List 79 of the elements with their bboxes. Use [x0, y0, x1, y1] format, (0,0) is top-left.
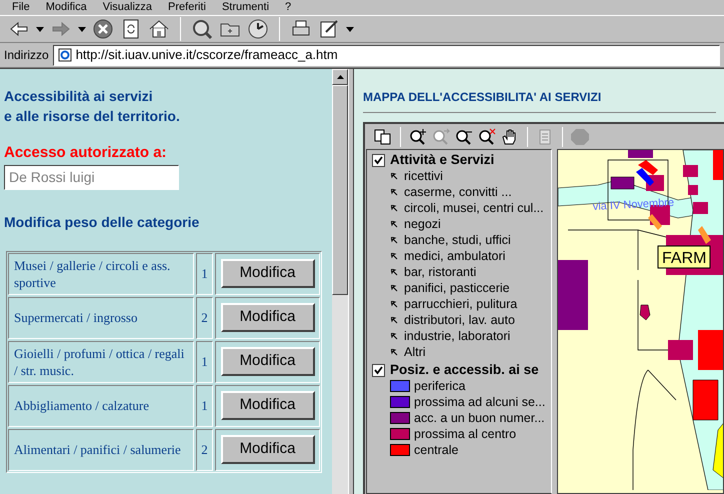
legend-label: prossima ad alcuni se... — [414, 394, 546, 410]
pin-icon — [391, 188, 398, 196]
page-icon — [58, 48, 72, 62]
pin-icon — [391, 236, 398, 244]
menu-item[interactable]: Visualizza — [102, 1, 152, 14]
category-cell: Supermercati / ingrosso — [8, 296, 194, 338]
legend-label: periferica — [414, 378, 466, 394]
user-field[interactable]: De Rossi luigi — [4, 164, 179, 190]
category-cell: Alimentari / panifici / salumerie — [8, 428, 194, 470]
layer-label: Posiz. e accessib. ai se — [390, 362, 539, 378]
pin-icon — [391, 284, 398, 292]
pin-icon — [391, 300, 398, 308]
menu-item[interactable]: Preferiti — [168, 1, 206, 14]
page-title: e alle risorse del territorio. — [4, 107, 181, 126]
pin-icon — [391, 252, 398, 260]
legend-label: centrale — [414, 442, 458, 458]
category-cell: Musei / gallerie / circoli e ass. sportive — [8, 252, 194, 294]
modifica-button[interactable]: Modifica — [220, 259, 314, 288]
section-title: Modifica peso delle categorie — [4, 212, 200, 232]
zoom-out-icon[interactable] — [454, 128, 474, 146]
pin-icon — [391, 204, 398, 212]
legend-label: acc. a un buon numer... — [414, 410, 545, 426]
zoom-in-icon[interactable] — [408, 128, 428, 146]
caret-icon[interactable] — [346, 26, 354, 32]
pin-icon — [391, 348, 398, 356]
modifica-button[interactable]: Modifica — [220, 391, 314, 420]
category-cell: Gioielli / profumi / ottica / regali / str. music. — [8, 340, 194, 382]
weight-cell: 1 — [196, 252, 213, 294]
home-icon[interactable] — [148, 18, 170, 40]
menu-item[interactable]: Strumenti — [222, 1, 270, 14]
category-cell: Abbigliamento / calzature — [8, 384, 194, 426]
stop-icon[interactable] — [92, 18, 114, 40]
layer-label: Attività e Servizi — [390, 152, 494, 168]
legend-label: panifici, pasticcerie — [404, 280, 510, 296]
legend-label: distributori, lav. auto — [404, 312, 515, 328]
legend-label: circoli, musei, centri cul... — [404, 200, 544, 216]
weight-cell: 1 — [196, 384, 213, 426]
weight-cell: 1 — [196, 340, 213, 382]
search-icon[interactable] — [191, 18, 213, 40]
street-label: via IV Novembre — [592, 196, 674, 213]
layer-checkbox[interactable] — [372, 154, 385, 166]
caret-icon[interactable] — [78, 26, 86, 32]
pin-icon — [391, 220, 398, 228]
edit-icon[interactable] — [318, 18, 340, 40]
pin-icon — [391, 316, 398, 324]
copy-icon[interactable] — [373, 128, 393, 146]
pin-icon — [391, 332, 398, 340]
legend-label: parrucchieri, pulitura — [404, 296, 518, 312]
modifica-button[interactable]: Modifica — [220, 435, 314, 464]
address-label: Indirizzo — [4, 47, 49, 64]
scrollbar[interactable] — [332, 69, 348, 494]
weight-cell: 2 — [196, 296, 213, 338]
legend-label: caserme, convitti ... — [404, 184, 512, 200]
pin-icon — [391, 172, 398, 180]
legend-label: banche, studi, uffici — [404, 232, 511, 248]
caret-icon[interactable] — [36, 26, 44, 32]
legend-label: industrie, laboratori — [404, 328, 510, 344]
access-label: Accesso autorizzato a: — [4, 143, 168, 163]
legend-label: Altri — [404, 344, 426, 360]
menu-item[interactable]: ? — [285, 1, 292, 14]
layer-checkbox[interactable] — [372, 364, 385, 376]
scroll-up-icon[interactable] — [336, 75, 344, 79]
weight-cell: 2 — [196, 428, 213, 470]
legend-label: prossima al centro — [414, 426, 516, 442]
clock-icon[interactable] — [247, 18, 269, 40]
legend-label: ricettivi — [404, 168, 443, 184]
legend-label: negozi — [404, 216, 441, 232]
modifica-button[interactable]: Modifica — [220, 303, 314, 332]
menu-item[interactable]: File — [12, 1, 30, 14]
place-label: FARM — [658, 246, 710, 268]
pin-icon — [391, 268, 398, 276]
map-title: MAPPA DELL'ACCESSIBILITA' AI SERVIZI — [363, 89, 602, 106]
zoom-full-icon[interactable] — [477, 128, 497, 146]
legend-label: medici, ambulatori — [404, 248, 506, 264]
menu-item[interactable]: Modifica — [46, 1, 87, 14]
page-title: Accessibilità ai servizi — [4, 87, 154, 106]
modifica-button[interactable]: Modifica — [220, 347, 314, 376]
legend-label: bar, ristoranti — [404, 264, 476, 280]
address-field[interactable]: http://sit.iuav.unive.it/cscorze/frameacc_a.htm — [52, 44, 720, 66]
